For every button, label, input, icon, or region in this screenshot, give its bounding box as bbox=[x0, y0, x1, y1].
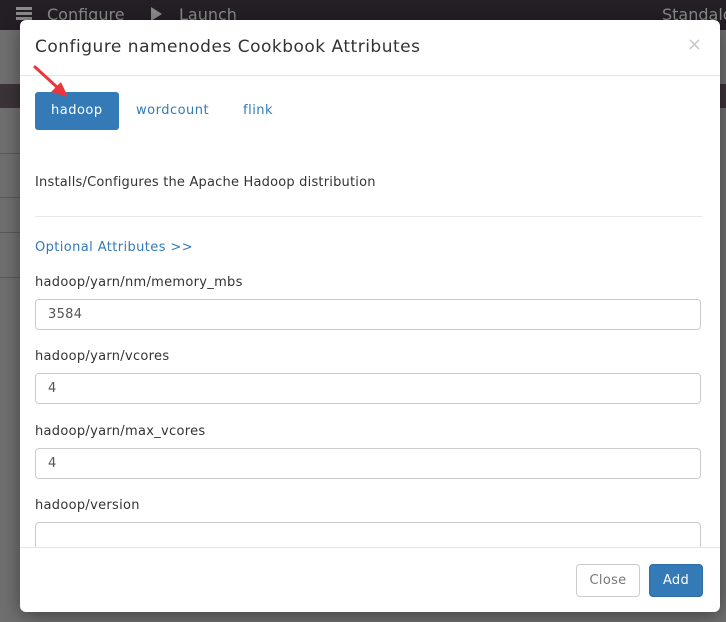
tab-wordcount[interactable]: wordcount bbox=[120, 92, 225, 130]
modal-header: Configure namenodes Cookbook Attributes … bbox=[20, 20, 720, 76]
modal-title: Configure namenodes Cookbook Attributes bbox=[35, 37, 421, 57]
modal-body: hadoop wordcount flink Installs/Configur… bbox=[20, 76, 720, 547]
field-label-version: hadoop/version bbox=[35, 498, 140, 513]
field-label-vcores: hadoop/yarn/vcores bbox=[35, 349, 170, 364]
modal-footer: Close Add bbox=[20, 547, 720, 612]
play-icon[interactable] bbox=[151, 7, 162, 21]
max-vcores-input[interactable] bbox=[35, 448, 701, 479]
menu-icon[interactable] bbox=[16, 7, 32, 21]
section-divider bbox=[35, 216, 703, 217]
tab-flink[interactable]: flink bbox=[227, 92, 289, 130]
add-button[interactable]: Add bbox=[649, 564, 703, 597]
annotation-arrow-icon bbox=[33, 65, 68, 97]
close-icon[interactable]: × bbox=[687, 34, 702, 55]
vcores-input[interactable] bbox=[35, 373, 701, 404]
field-label-max-vcores: hadoop/yarn/max_vcores bbox=[35, 424, 206, 439]
memory-mbs-input[interactable] bbox=[35, 299, 701, 330]
field-label-memory-mbs: hadoop/yarn/nm/memory_mbs bbox=[35, 275, 243, 290]
version-input[interactable] bbox=[35, 522, 701, 547]
cookbook-description: Installs/Configures the Apache Hadoop di… bbox=[35, 175, 376, 190]
close-button[interactable]: Close bbox=[576, 564, 640, 597]
cookbook-attributes-modal: Configure namenodes Cookbook Attributes … bbox=[20, 20, 720, 612]
optional-attributes-link[interactable]: Optional Attributes >> bbox=[35, 240, 193, 255]
